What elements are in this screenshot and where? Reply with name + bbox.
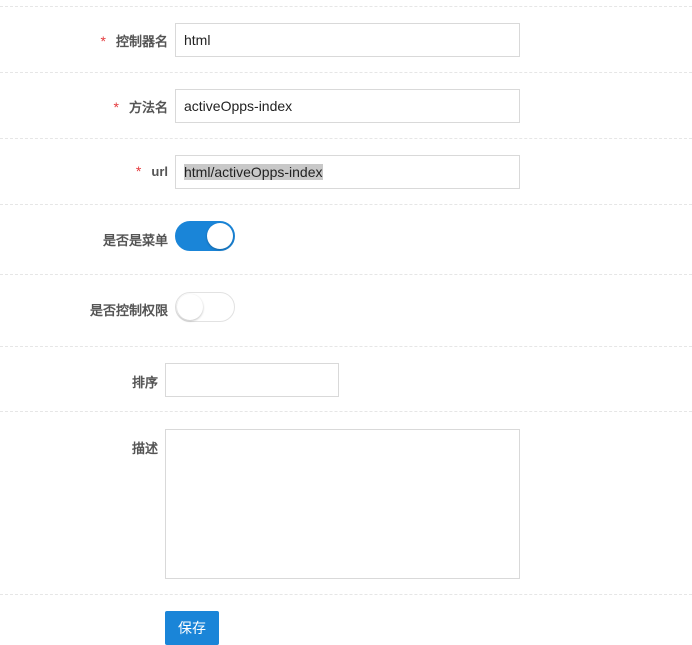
description-label: 描述: [131, 441, 158, 456]
controller-name-label-text: 控制器名: [115, 34, 168, 49]
row-divider: [0, 594, 692, 595]
method-name-input[interactable]: [175, 89, 520, 123]
controller-name-input[interactable]: [175, 23, 520, 57]
sort-input[interactable]: [165, 363, 339, 397]
row-divider: [0, 346, 692, 347]
sort-label: 排序: [131, 375, 158, 390]
required-mark: *: [113, 99, 119, 115]
is-menu-label: 是否是菜单: [102, 233, 168, 248]
url-input-value: html/activeOpps-index: [184, 164, 323, 180]
description-textarea[interactable]: [165, 429, 520, 579]
row-divider: [0, 138, 692, 139]
is-permission-toggle[interactable]: [175, 292, 235, 322]
url-label-text: url: [151, 164, 168, 179]
is-menu-toggle[interactable]: [175, 221, 235, 251]
required-mark: *: [100, 33, 106, 49]
row-divider: [0, 72, 692, 73]
method-name-label-text: 方法名: [128, 100, 168, 115]
controller-name-label: * 控制器名: [101, 31, 168, 50]
row-divider: [0, 274, 692, 275]
url-label: * url: [136, 163, 168, 179]
method-name-label: * 方法名: [114, 97, 168, 116]
url-input[interactable]: html/activeOpps-index: [175, 155, 520, 189]
required-mark: *: [135, 163, 142, 179]
is-permission-label: 是否控制权限: [89, 303, 168, 318]
row-divider: [0, 6, 692, 7]
row-divider: [0, 411, 692, 412]
save-button[interactable]: 保存: [165, 611, 219, 645]
toggle-knob: [207, 223, 233, 249]
row-divider: [0, 204, 692, 205]
toggle-knob: [177, 294, 203, 320]
